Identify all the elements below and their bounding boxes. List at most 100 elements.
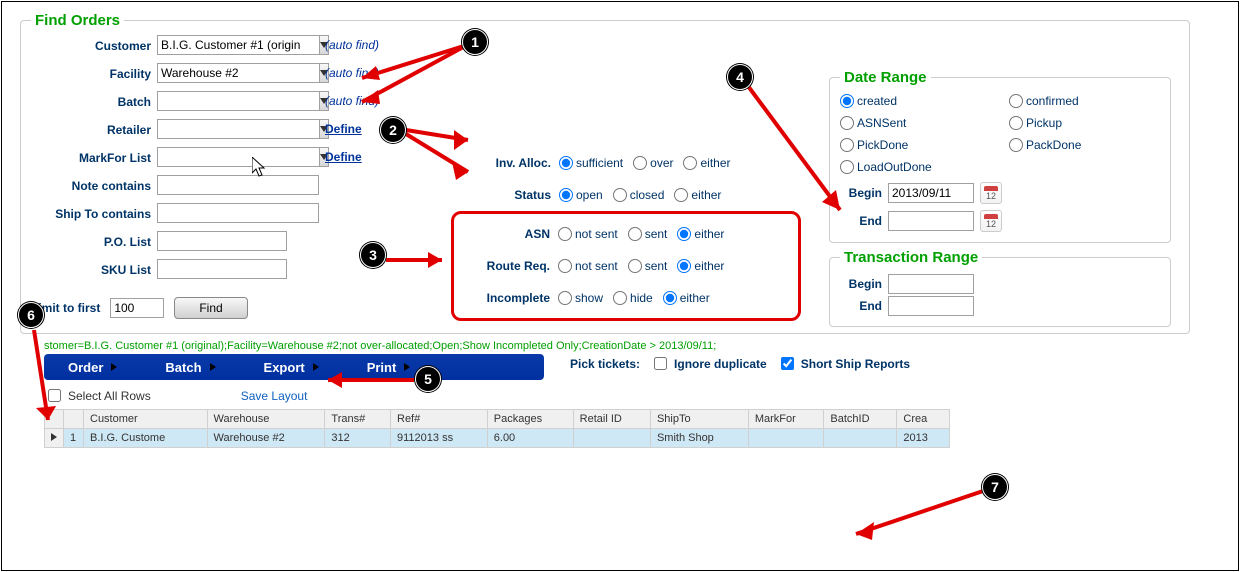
daterange-pickup-label: Pickup xyxy=(1026,116,1062,130)
grid-cell-num: 1 xyxy=(64,429,84,448)
daterange-begin-input[interactable] xyxy=(888,183,974,203)
trans-end-label: End xyxy=(840,299,882,313)
callout-4: 4 xyxy=(727,64,753,90)
invalloc-over-radio[interactable] xyxy=(633,156,647,170)
grid-header-trans[interactable]: Trans# xyxy=(325,410,391,429)
note-input[interactable] xyxy=(157,175,319,195)
customer-label: Customer xyxy=(31,37,151,53)
status-open-radio[interactable] xyxy=(559,188,573,202)
incomplete-either-radio[interactable] xyxy=(663,291,677,305)
daterange-packdone-radio[interactable] xyxy=(1009,138,1023,152)
status-open-label: open xyxy=(576,188,603,202)
calendar-icon[interactable] xyxy=(980,182,1002,204)
grid-header-warehouse[interactable]: Warehouse xyxy=(207,410,325,429)
asn-label: ASN xyxy=(460,227,550,241)
note-label: Note contains xyxy=(31,177,151,193)
menu-export[interactable]: Export xyxy=(240,354,343,380)
grid-header-customer[interactable]: Customer xyxy=(84,410,208,429)
picktickets-label: Pick tickets: xyxy=(570,357,640,371)
date-range-fieldset: Date Range created confirmed ASNSent Pic… xyxy=(829,69,1171,243)
po-label: P.O. List xyxy=(31,233,151,249)
grid-header-batchid[interactable]: BatchID xyxy=(824,410,897,429)
daterange-created-radio[interactable] xyxy=(840,94,854,108)
sku-label: SKU List xyxy=(31,261,151,277)
invalloc-over-label: over xyxy=(650,156,673,170)
retailer-input[interactable] xyxy=(157,119,320,139)
asn-either-radio[interactable] xyxy=(677,227,691,241)
menu-batch[interactable]: Batch xyxy=(141,354,239,380)
menu-order[interactable]: Order xyxy=(44,354,141,380)
facility-label: Facility xyxy=(31,65,151,81)
invalloc-sufficient-radio[interactable] xyxy=(559,156,573,170)
ignore-duplicate-label: Ignore duplicate xyxy=(674,357,767,371)
save-layout-link[interactable]: Save Layout xyxy=(241,389,308,403)
status-closed-radio[interactable] xyxy=(613,188,627,202)
daterange-loadoutdone-radio[interactable] xyxy=(840,160,854,174)
incomplete-label: Incomplete xyxy=(460,291,550,305)
daterange-begin-label: Begin xyxy=(840,186,882,200)
limit-input[interactable] xyxy=(110,298,164,318)
asn-either-label: either xyxy=(694,227,724,241)
batch-autofind[interactable]: (auto find) xyxy=(325,94,379,108)
grid-header-selector[interactable] xyxy=(45,410,64,429)
daterange-asnsent-radio[interactable] xyxy=(840,116,854,130)
date-range-legend: Date Range xyxy=(840,69,931,86)
grid-header-num[interactable] xyxy=(64,410,84,429)
batch-input[interactable] xyxy=(157,91,320,111)
sku-input[interactable] xyxy=(157,259,287,279)
grid-header-crea[interactable]: Crea xyxy=(897,410,950,429)
calendar-icon[interactable] xyxy=(980,210,1002,232)
select-all-rows-checkbox[interactable] xyxy=(48,389,61,402)
callout-2: 2 xyxy=(380,117,406,143)
grid-header-packages[interactable]: Packages xyxy=(487,410,573,429)
routereq-sent-radio[interactable] xyxy=(628,259,642,273)
routereq-sent-label: sent xyxy=(645,259,668,273)
daterange-pickup-radio[interactable] xyxy=(1009,116,1023,130)
callout-6: 6 xyxy=(18,302,44,328)
markfor-input[interactable] xyxy=(157,147,320,167)
grid-header-ref[interactable]: Ref# xyxy=(391,410,488,429)
ignore-duplicate-checkbox[interactable] xyxy=(654,357,667,370)
daterange-packdone-label: PackDone xyxy=(1026,138,1081,152)
grid-header-retailid[interactable]: Retail ID xyxy=(573,410,650,429)
find-button[interactable]: Find xyxy=(174,297,247,319)
trans-end-input[interactable] xyxy=(888,296,974,316)
shipto-input[interactable] xyxy=(157,203,319,223)
short-ship-checkbox[interactable] xyxy=(781,357,794,370)
grid-header-markfor[interactable]: MarkFor xyxy=(748,410,824,429)
status-label: Status xyxy=(461,188,551,202)
trans-begin-input[interactable] xyxy=(888,274,974,294)
grid-cell-crea: 2013 xyxy=(897,429,950,448)
grid-header-shipto[interactable]: ShipTo xyxy=(650,410,748,429)
markfor-define-link[interactable]: Define xyxy=(325,150,362,164)
daterange-end-input[interactable] xyxy=(888,211,974,231)
incomplete-show-radio[interactable] xyxy=(558,291,572,305)
daterange-confirmed-radio[interactable] xyxy=(1009,94,1023,108)
customer-input[interactable] xyxy=(157,35,320,55)
retailer-define-link[interactable]: Define xyxy=(325,122,362,136)
chevron-right-icon xyxy=(51,433,57,441)
customer-autofind[interactable]: (auto find) xyxy=(325,38,379,52)
invalloc-either-radio[interactable] xyxy=(683,156,697,170)
grid-row-selector[interactable] xyxy=(45,429,64,448)
find-orders-fieldset: Find Orders Customer (auto find) Facilit… xyxy=(20,12,1190,334)
po-input[interactable] xyxy=(157,231,287,251)
facility-input[interactable] xyxy=(157,63,320,83)
routereq-notsent-radio[interactable] xyxy=(558,259,572,273)
daterange-confirmed-label: confirmed xyxy=(1026,94,1079,108)
callout-7: 7 xyxy=(982,474,1008,500)
incomplete-hide-radio[interactable] xyxy=(613,291,627,305)
daterange-pickdone-radio[interactable] xyxy=(840,138,854,152)
incomplete-either-label: either xyxy=(680,291,710,305)
routereq-either-radio[interactable] xyxy=(677,259,691,273)
daterange-loadoutdone-label: LoadOutDone xyxy=(857,160,932,174)
incomplete-hide-label: hide xyxy=(630,291,653,305)
status-either-radio[interactable] xyxy=(674,188,688,202)
asn-sent-radio[interactable] xyxy=(628,227,642,241)
asn-sent-label: sent xyxy=(645,227,668,241)
batch-label: Batch xyxy=(31,93,151,109)
grid-row[interactable]: 1 B.I.G. Custome Warehouse #2 312 911201… xyxy=(45,429,950,448)
facility-autofind[interactable]: (auto find) xyxy=(325,66,379,80)
asn-notsent-radio[interactable] xyxy=(558,227,572,241)
incomplete-show-label: show xyxy=(575,291,603,305)
